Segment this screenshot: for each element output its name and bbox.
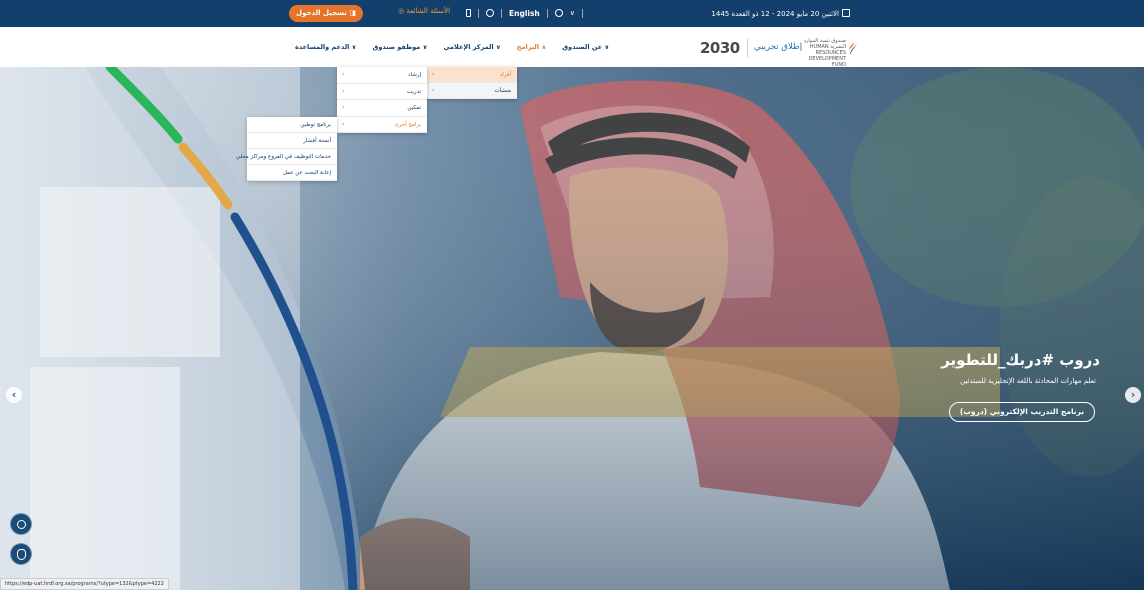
utility-tools: English ∨ [466, 7, 583, 19]
dropdown-item-label: منشآت [494, 88, 511, 94]
login-icon: ◨ [349, 9, 356, 17]
date-display: الاثنين 20 مايو 2024 - 12 ذو القعدة 1445 [710, 9, 850, 18]
chevron-down-icon: ∨ [495, 44, 501, 51]
submenu-item-label: برامج أخرى [394, 121, 421, 128]
submenu-item-other-programs[interactable]: برامج أخرى ‹ [337, 117, 427, 133]
nav-item-media-center[interactable]: المركز الإعلامي ∨ [443, 43, 502, 51]
chevron-left-icon: ‹ [342, 71, 345, 78]
login-button[interactable]: تسجيل الدخول ◨ [289, 5, 363, 22]
nav-item-programs[interactable]: البرامج ∧ [517, 43, 548, 51]
hrdf-logo-icon [849, 40, 857, 55]
hrdf-wordmark: صندوق تنمية الموارد البشرية HUMAN RESOUR… [803, 38, 846, 68]
chat-button[interactable] [10, 513, 32, 535]
other-programs-submenu: برنامج توطين أنسنة أفشار خدمات التوظيف ف… [236, 117, 337, 181]
separator [478, 8, 479, 18]
faq-label: الأسئلة الشائعة [406, 7, 451, 15]
search-icon[interactable] [486, 9, 494, 17]
dropdown-item-individuals[interactable]: أفراد ‹ [427, 67, 517, 83]
nav-label: الدعم والمساعدة [295, 43, 350, 51]
submenu-item-training[interactable]: تدريب ‹ [337, 84, 427, 100]
top-utility-bar: الاثنين 20 مايو 2024 - 12 ذو القعدة 1445… [0, 0, 1144, 27]
hero-cta-button[interactable]: برنامج التدريب الإلكتروني (دروب) [949, 402, 1095, 422]
submenu-item-afshar[interactable]: أنسنة أفشار [247, 133, 337, 149]
chevron-down-icon[interactable]: ∨ [570, 9, 575, 17]
login-label: تسجيل الدخول [296, 9, 347, 17]
chat-icon [17, 520, 26, 529]
hero-title: دروب #دربك_للتطوير [941, 351, 1100, 369]
hero-banner: دروب #دربك_للتطوير تعلم مهارات المحادثة … [0, 67, 1144, 590]
submenu-item-employment-services[interactable]: خدمات التوظيف في الفروع ومراكز محلي [236, 149, 337, 165]
chevron-left-icon: ‹ [342, 87, 345, 95]
hand-icon [17, 549, 26, 560]
nav-label: عن الصندوق [562, 43, 603, 51]
submenu-item-label: إرشاد [408, 72, 421, 78]
language-switch[interactable]: English [509, 9, 540, 18]
mobile-icon[interactable] [466, 9, 471, 17]
submenu-item-empowerment[interactable]: تمكين ‹ [337, 100, 427, 117]
calendar-icon [842, 9, 850, 17]
status-url: https://edp-uat.hrdf.org.sa/programs/?ut… [0, 578, 169, 590]
chevron-left-icon: ‹ [432, 71, 435, 78]
nav-item-about[interactable]: عن الصندوق ∨ [562, 43, 611, 51]
individuals-submenu: إرشاد ‹ تدريب ‹ تمكين ‹ برامج أخرى ‹ [337, 67, 427, 133]
chevron-up-icon: ∧ [541, 44, 547, 51]
nav-label: المركز الإعلامي [443, 43, 494, 51]
chevron-down-icon: ∨ [422, 44, 428, 51]
submenu-item-job-search-aid[interactable]: إعانة البحث عن عمل [247, 165, 337, 181]
chevron-left-icon: ‹ [11, 388, 17, 401]
separator [501, 8, 502, 18]
page: الاثنين 20 مايو 2024 - 12 ذو القعدة 1445… [0, 0, 1144, 590]
nav-item-employees[interactable]: موظفو صندوق ∨ [373, 43, 430, 51]
dropdown-item-label: أفراد [499, 72, 511, 78]
date-text: الاثنين 20 مايو 2024 - 12 ذو القعدة 1445 [711, 10, 839, 18]
nav-item-support[interactable]: الدعم والمساعدة ∨ [295, 43, 359, 51]
submenu-item-tawteen[interactable]: برنامج توطين [247, 117, 337, 133]
hero-background-image [0, 67, 1144, 590]
dropdown-item-establishments[interactable]: منشآت ‹ [427, 83, 517, 99]
chevron-left-icon: ‹ [342, 104, 345, 111]
nav-label: موظفو صندوق [372, 43, 421, 51]
accessibility-button[interactable] [10, 543, 32, 565]
chevron-left-icon: ‹ [342, 120, 345, 128]
carousel-next-button[interactable]: › [1125, 387, 1141, 403]
separator [546, 8, 548, 18]
chevron-down-icon: ∨ [604, 44, 610, 51]
vision-2030-logo: 2030 [700, 39, 740, 57]
primary-menu: عن الصندوق ∨ البرامج ∧ المركز الإعلامي ∨… [295, 43, 611, 51]
chevron-down-icon: ∨ [351, 44, 357, 51]
submenu-item-guidance[interactable]: إرشاد ‹ [337, 67, 427, 84]
hero-subtitle: تعلم مهارات المحادثة باللغة الإنجليزية ل… [960, 377, 1096, 385]
chevron-right-icon: › [1130, 388, 1136, 401]
carousel-prev-button[interactable]: ‹ [6, 387, 22, 403]
accessibility-icon[interactable] [554, 9, 563, 17]
site-logo[interactable]: 2030 إطلاق تجريبي صندوق تنمية الموارد ال… [700, 36, 860, 68]
logo-divider [747, 39, 748, 57]
faq-link[interactable]: ◎ الأسئلة الشائعة [398, 7, 450, 15]
chevron-left-icon: ‹ [432, 87, 435, 94]
main-nav: 2030 إطلاق تجريبي صندوق تنمية الموارد ال… [0, 27, 1144, 68]
separator [581, 8, 583, 18]
submenu-item-label: تدريب [406, 88, 421, 95]
nav-label: البرامج [516, 43, 540, 51]
programs-dropdown: أفراد ‹ منشآت ‹ [427, 67, 517, 99]
submenu-item-label: تمكين [407, 105, 421, 111]
